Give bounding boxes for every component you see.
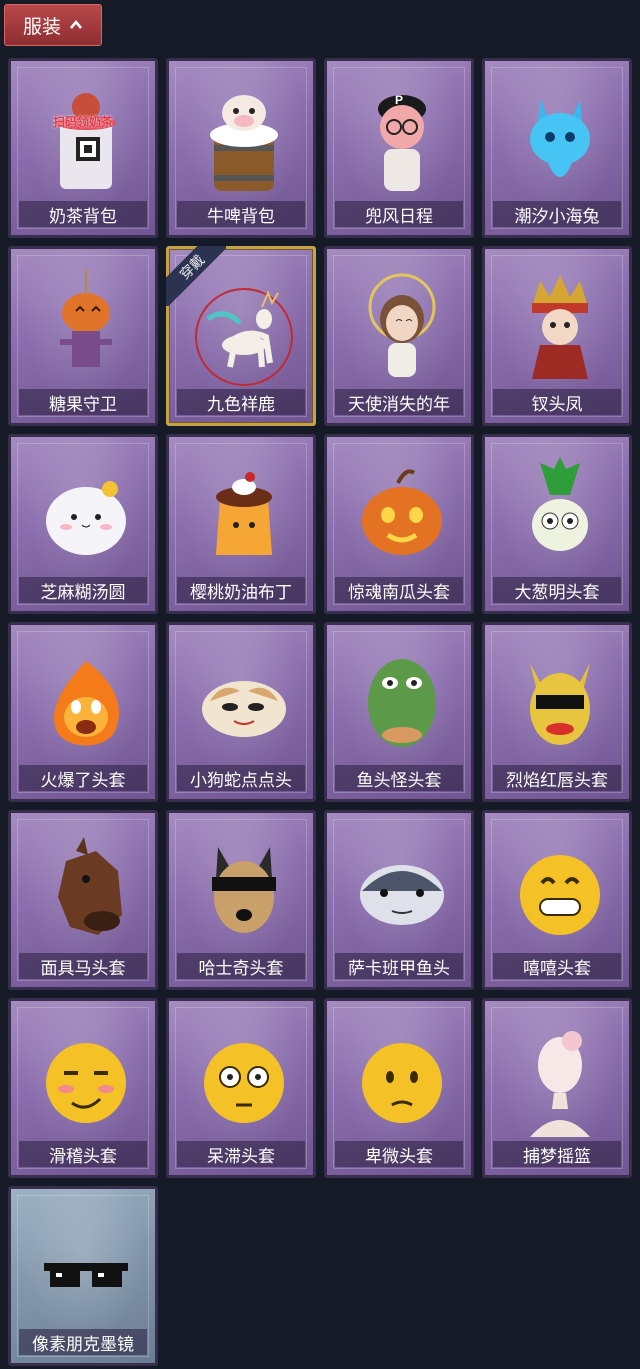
humble-emoji-head-icon [362, 1043, 442, 1123]
item-label: 九色祥鹿 [177, 389, 305, 415]
chevron-up-icon [70, 19, 82, 29]
item-card[interactable]: 鱼头怪头套 [324, 622, 474, 802]
item-label: 兜风日程 [335, 201, 463, 227]
grin-emoji-head-icon [520, 855, 600, 935]
dream-cradle-head-icon [530, 1031, 590, 1137]
section-toggle-clothing[interactable]: 服装 [4, 4, 102, 46]
item-card[interactable]: 呆滞头套 [166, 998, 316, 1178]
item-card[interactable]: 扫码领奶茶 奶茶背包 [8, 58, 158, 238]
husky-sunglasses-head-icon [212, 847, 276, 933]
fish-monster-head-icon [368, 659, 436, 747]
item-label: 卑微头套 [335, 1141, 463, 1167]
item-label: 芝麻糊汤圆 [19, 577, 147, 603]
item-card[interactable]: 潮汐小海兔 [482, 58, 632, 238]
horse-mask-icon [58, 837, 122, 935]
item-label: 面具马头套 [19, 953, 147, 979]
item-label: 钗头凤 [493, 389, 621, 415]
item-card[interactable]: 天使消失的年 [324, 246, 474, 426]
pikachu-sunglasses-head-icon [530, 663, 590, 745]
pumpkin-head-icon [362, 469, 442, 555]
item-label: 大葱明头套 [493, 577, 621, 603]
item-label: 小狗蛇点点头 [177, 765, 305, 791]
sacabambaspis-head-icon [360, 865, 444, 925]
dazed-emoji-head-icon [204, 1043, 284, 1123]
item-tag-text: 扫码领奶茶 [52, 115, 113, 129]
item-label: 萨卡班甲鱼头 [335, 953, 463, 979]
item-card[interactable]: 钗头凤 [482, 246, 632, 426]
item-card[interactable]: 芝麻糊汤圆 [8, 434, 158, 614]
item-label: 哈士奇头套 [177, 953, 305, 979]
item-card[interactable]: 糖果守卫 [8, 246, 158, 426]
item-card[interactable]: 樱桃奶油布丁 [166, 434, 316, 614]
item-label: 樱桃奶油布丁 [177, 577, 305, 603]
item-card[interactable]: 小狗蛇点点头 [166, 622, 316, 802]
item-label: 糖果守卫 [19, 389, 147, 415]
item-card[interactable]: 面具马头套 [8, 810, 158, 990]
section-title: 服装 [22, 16, 61, 38]
milk-tea-backpack-icon [56, 93, 116, 189]
item-label: 捕梦摇篮 [493, 1141, 621, 1167]
cherry-pudding-head-icon [216, 472, 272, 555]
item-label: 鱼头怪头套 [335, 765, 463, 791]
item-label: 滑稽头套 [19, 1141, 147, 1167]
item-card[interactable]: 萨卡班甲鱼头 [324, 810, 474, 990]
item-card[interactable]: 九色祥鹿 穿戴 [166, 246, 316, 426]
item-card[interactable]: 大葱明头套 [482, 434, 632, 614]
funny-emoji-head-icon [46, 1043, 126, 1123]
item-label: 潮汐小海兔 [493, 201, 621, 227]
item-card[interactable]: 惊魂南瓜头套 [324, 434, 474, 614]
item-card[interactable]: 火爆了头套 [8, 622, 158, 802]
item-label: 火爆了头套 [19, 765, 147, 791]
phoenix-crown-girl-icon [532, 275, 588, 379]
item-label: 奶茶背包 [19, 201, 147, 227]
fire-head-icon [54, 661, 119, 746]
item-card[interactable]: 像素朋克墨镜 [8, 1186, 158, 1366]
pixel-sunglasses-icon [44, 1263, 128, 1287]
item-card[interactable]: 卑微头套 [324, 998, 474, 1178]
scallion-head-icon [532, 457, 588, 551]
rice-dumpling-head-icon [46, 481, 126, 555]
item-card[interactable]: 牛啤背包 [166, 58, 316, 238]
equipped-badge-label: 穿戴 [166, 246, 226, 306]
item-card[interactable]: 捕梦摇篮 [482, 998, 632, 1178]
item-label: 像素朋克墨镜 [19, 1329, 147, 1355]
item-card[interactable]: 哈士奇头套 [166, 810, 316, 990]
angel-girl-icon [368, 273, 436, 377]
item-card[interactable]: 滑稽头套 [8, 998, 158, 1178]
item-label: 天使消失的年 [335, 389, 463, 415]
equipped-badge: 穿戴 [166, 246, 226, 306]
item-label: 牛啤背包 [177, 201, 305, 227]
item-card[interactable]: P 兜风日程 [324, 58, 474, 238]
item-card[interactable]: 烈焰红唇头套 [482, 622, 632, 802]
item-tag-text: P [394, 93, 403, 107]
dog-snake-head-icon [202, 681, 286, 737]
blue-sea-rabbit-icon [530, 99, 590, 177]
item-label: 呆滞头套 [177, 1141, 305, 1167]
pumpkin-scarecrow-icon [60, 269, 112, 367]
item-label: 嘻嘻头套 [493, 953, 621, 979]
item-card[interactable]: 嘻嘻头套 [482, 810, 632, 990]
beer-barrel-backpack-icon [210, 95, 278, 191]
item-label: 惊魂南瓜头套 [335, 577, 463, 603]
item-label: 烈焰红唇头套 [493, 765, 621, 791]
